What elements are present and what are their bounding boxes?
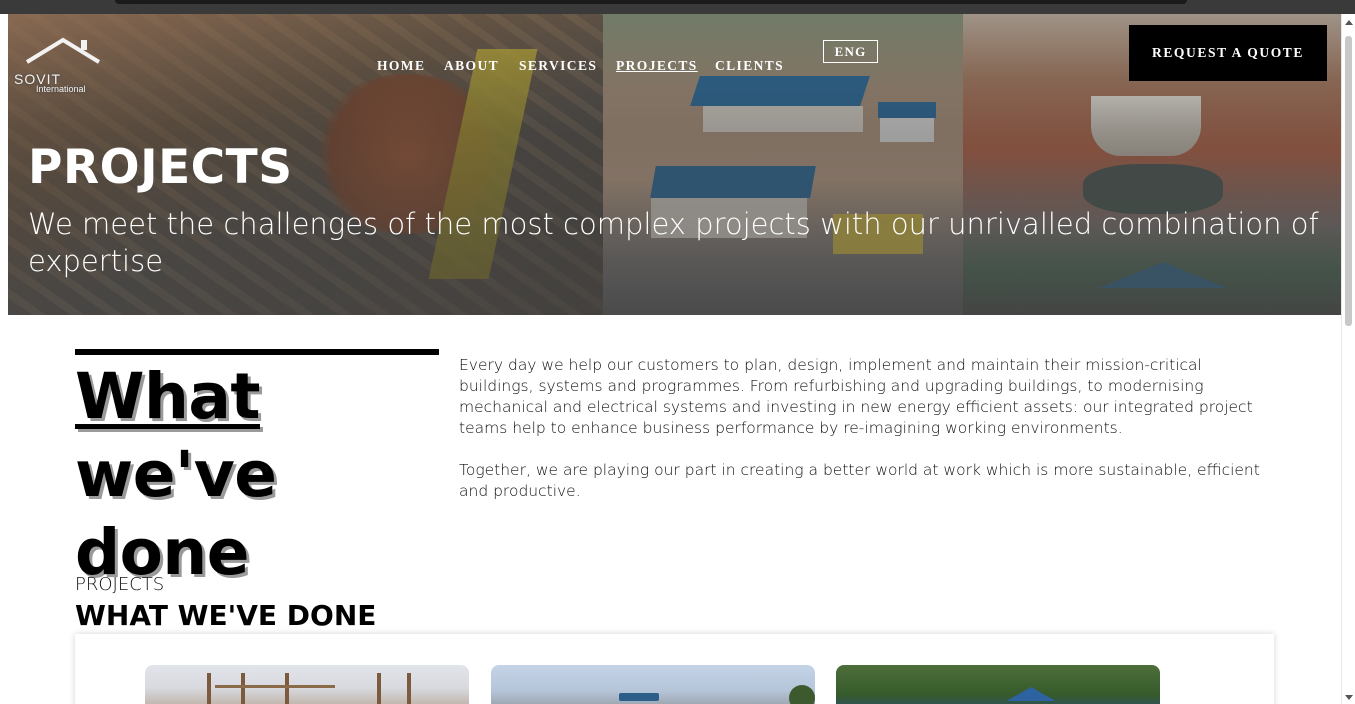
language-selector[interactable]: ENG bbox=[823, 40, 878, 63]
card-image-post bbox=[241, 673, 245, 704]
section-eyebrow: PROJECTS bbox=[75, 574, 165, 595]
card-image-post bbox=[377, 673, 381, 704]
card-image-roof bbox=[1006, 687, 1056, 701]
what-weve-done-heading: What we've done bbox=[75, 358, 455, 592]
logo-subtitle: International bbox=[36, 84, 86, 94]
heading-rule bbox=[75, 349, 439, 355]
browser-top-bar bbox=[0, 0, 1355, 14]
project-card[interactable] bbox=[145, 665, 469, 704]
hero-subtitle: We meet the challenges of the most compl… bbox=[28, 207, 1319, 278]
card-image-post bbox=[407, 673, 411, 704]
heading-rest: we've done bbox=[75, 438, 277, 589]
nav-home[interactable]: HOME bbox=[377, 58, 425, 74]
heading-underlined-word: What bbox=[75, 360, 260, 433]
intro-paragraph: Together, we are playing our part in cre… bbox=[459, 461, 1260, 500]
nav-clients[interactable]: CLIENTS bbox=[715, 58, 784, 74]
logo[interactable]: SOVIT International bbox=[8, 36, 101, 94]
scrollbar[interactable] bbox=[1341, 14, 1355, 704]
hero-title: PROJECTS bbox=[28, 140, 293, 195]
scroll-up-arrow-icon[interactable] bbox=[1345, 20, 1353, 25]
card-image-post bbox=[285, 673, 289, 704]
card-image-tree bbox=[789, 685, 815, 704]
scroll-down-arrow-icon[interactable] bbox=[1345, 695, 1353, 700]
nav-about[interactable]: ABOUT bbox=[444, 58, 499, 74]
nav-projects[interactable]: PROJECTS bbox=[616, 58, 698, 74]
section-title: WHAT WE'VE DONE bbox=[75, 599, 377, 632]
request-quote-button[interactable]: REQUEST A QUOTE bbox=[1129, 25, 1327, 81]
card-image-beam bbox=[215, 685, 335, 688]
house-logo-icon bbox=[25, 37, 101, 64]
nav-services[interactable]: SERVICES bbox=[519, 58, 597, 74]
project-card[interactable] bbox=[836, 665, 1160, 704]
intro-paragraph: Every day we help our customers to plan,… bbox=[459, 356, 1253, 437]
hero-banner: SOVIT International HOME ABOUT SERVICES … bbox=[8, 14, 1341, 315]
browser-top-pill bbox=[115, 0, 1187, 4]
project-card[interactable] bbox=[491, 665, 815, 704]
card-image-roof bbox=[619, 693, 659, 701]
intro-text: Every day we help our customers to plan,… bbox=[459, 355, 1279, 502]
card-image-post bbox=[207, 673, 211, 704]
scrollbar-thumb[interactable] bbox=[1345, 36, 1352, 326]
